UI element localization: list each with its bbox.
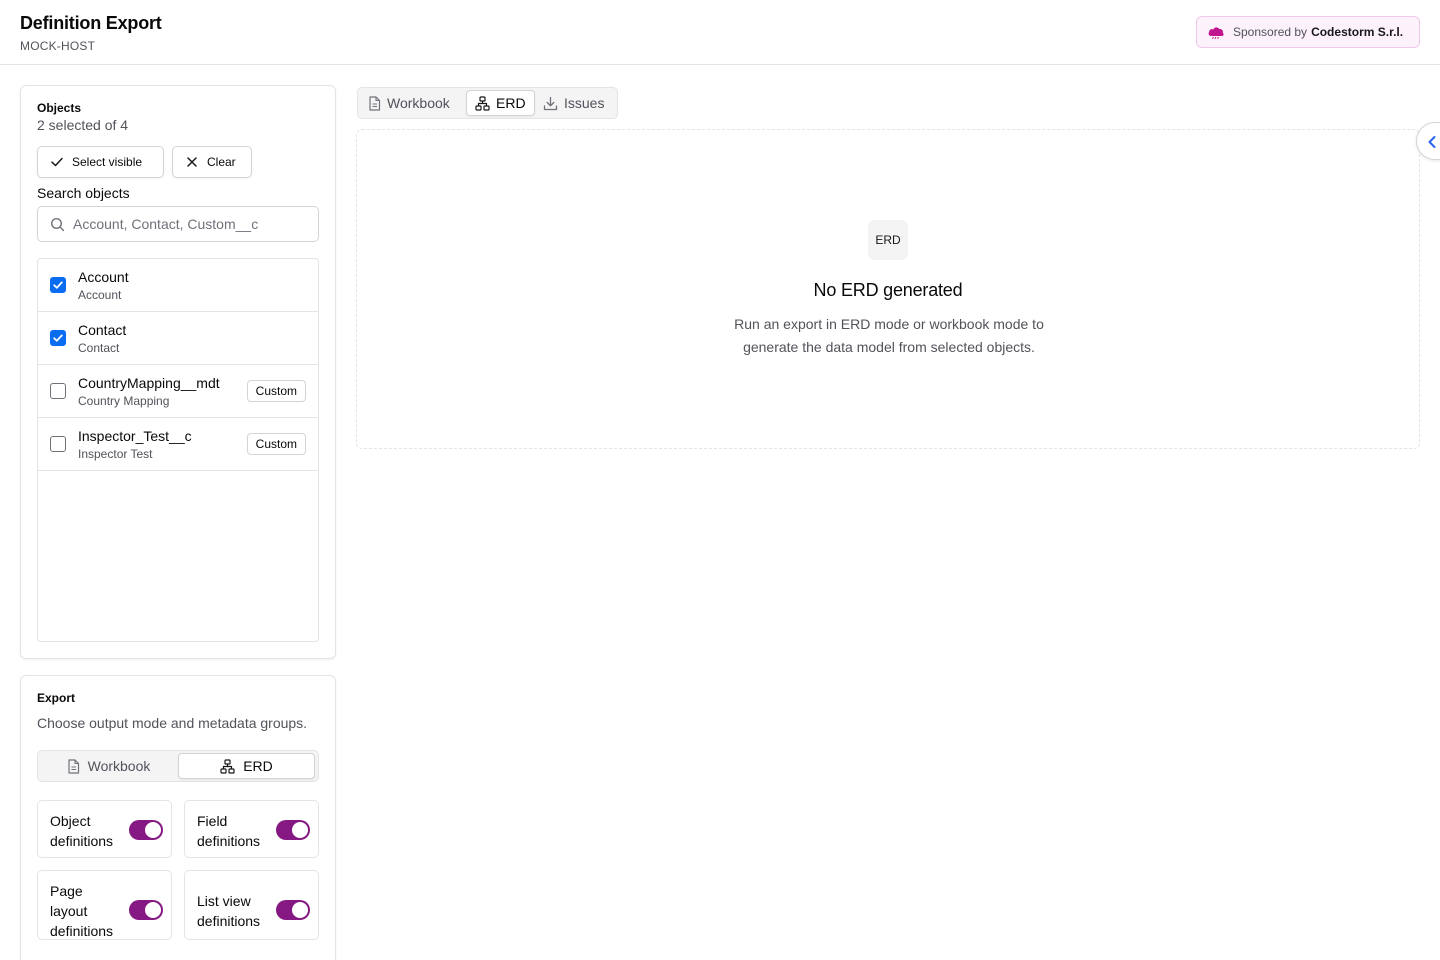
- object-api-name: Inspector_Test__c: [78, 428, 192, 444]
- group-label: Object definitions: [50, 813, 114, 849]
- clear-label: Clear: [207, 155, 236, 169]
- group-label: Page layout definitions: [50, 883, 114, 939]
- tab-erd[interactable]: ERD: [466, 90, 535, 116]
- group-page-layout-definitions[interactable]: Page layout definitions: [37, 870, 172, 940]
- objects-title: Objects: [37, 101, 82, 115]
- object-label: Account: [78, 288, 122, 302]
- object-api-name: CountryMapping__mdt: [78, 375, 220, 391]
- group-label: Field definitions: [197, 813, 261, 849]
- object-api-name: Contact: [78, 322, 127, 338]
- toggle-switch[interactable]: [276, 820, 310, 840]
- object-api-name: Account: [78, 269, 129, 285]
- tab-label: Workbook: [387, 95, 450, 111]
- sponsor-badge[interactable]: Sponsored by Codestorm S.r.l.: [1196, 16, 1420, 48]
- sponsor-name: Codestorm S.r.l.: [1311, 25, 1404, 39]
- list-item[interactable]: CountryMapping__mdt Country Mapping Cust…: [38, 365, 318, 418]
- tab-label: Issues: [564, 95, 605, 111]
- group-field-definitions[interactable]: Field definitions: [184, 800, 319, 858]
- search-field[interactable]: [37, 206, 319, 242]
- select-visible-label: Select visible: [72, 155, 143, 169]
- custom-badge: Custom: [246, 380, 306, 402]
- file-icon: [369, 95, 381, 111]
- objects-list: Account Account Contact Contact CountryM…: [37, 258, 319, 642]
- chevron-left-icon: [1428, 136, 1436, 148]
- checkbox-unchecked[interactable]: [50, 436, 66, 452]
- group-list-view-definitions[interactable]: List view definitions: [184, 870, 319, 940]
- group-object-definitions[interactable]: Object definitions: [37, 800, 172, 858]
- export-title: Export: [37, 691, 76, 705]
- sponsor-prefix: Sponsored by: [1233, 25, 1308, 39]
- search-input[interactable]: [73, 216, 303, 232]
- cloud-icon: [1207, 25, 1225, 40]
- toggle-switch[interactable]: [129, 820, 163, 840]
- select-visible-button[interactable]: Select visible: [37, 146, 164, 178]
- mode-label: Workbook: [87, 758, 151, 774]
- search-label: Search objects: [37, 185, 130, 201]
- list-item[interactable]: Contact Contact: [38, 312, 318, 365]
- export-panel: Export Choose output mode and metadata g…: [20, 675, 336, 960]
- mode-workbook-button[interactable]: Workbook: [40, 753, 177, 779]
- erd-chip: ERD: [868, 220, 908, 260]
- toggle-switch[interactable]: [129, 900, 163, 920]
- checkbox-checked[interactable]: [50, 277, 66, 293]
- tab-workbook[interactable]: Workbook: [360, 90, 458, 116]
- checkbox-unchecked[interactable]: [50, 383, 66, 399]
- check-icon: [51, 157, 63, 167]
- export-subtitle: Choose output mode and metadata groups.: [37, 715, 308, 731]
- list-item[interactable]: Account Account: [38, 259, 318, 312]
- toggle-switch[interactable]: [276, 900, 310, 920]
- tab-issues[interactable]: Issues: [535, 90, 612, 116]
- custom-badge: Custom: [246, 433, 306, 455]
- search-icon: [50, 217, 65, 231]
- app-header: Definition Export MOCK-HOST Sponsored by…: [0, 0, 1440, 65]
- clear-button[interactable]: Clear: [172, 146, 252, 178]
- download-icon: [543, 96, 558, 110]
- view-tabs: Workbook ERD Issues: [357, 87, 618, 119]
- page-title: Definition Export: [20, 13, 162, 33]
- checkbox-checked[interactable]: [50, 330, 66, 346]
- object-label: Contact: [78, 341, 120, 355]
- close-icon: [187, 157, 197, 167]
- network-icon: [475, 95, 490, 111]
- tab-label: ERD: [496, 95, 526, 111]
- list-item[interactable]: Inspector_Test__c Inspector Test Custom: [38, 418, 318, 471]
- file-icon: [68, 758, 79, 774]
- objects-panel: Objects 2 selected of 4 Select visible C…: [20, 85, 336, 659]
- export-mode-toggle: Workbook ERD: [37, 750, 319, 782]
- selection-summary: 2 selected of 4: [37, 117, 129, 133]
- object-label: Inspector Test: [78, 447, 153, 461]
- network-icon: [220, 758, 235, 774]
- mode-erd-button[interactable]: ERD: [178, 753, 315, 779]
- org-host: MOCK-HOST: [20, 39, 96, 53]
- erd-empty-state: ERD No ERD generated Run an export in ER…: [356, 129, 1420, 449]
- mode-label: ERD: [243, 758, 273, 774]
- object-label: Country Mapping: [78, 394, 170, 408]
- empty-title: No ERD generated: [813, 280, 963, 300]
- group-label: List view definitions: [197, 893, 261, 929]
- empty-description: Run an export in ERD mode or workbook mo…: [734, 316, 1044, 355]
